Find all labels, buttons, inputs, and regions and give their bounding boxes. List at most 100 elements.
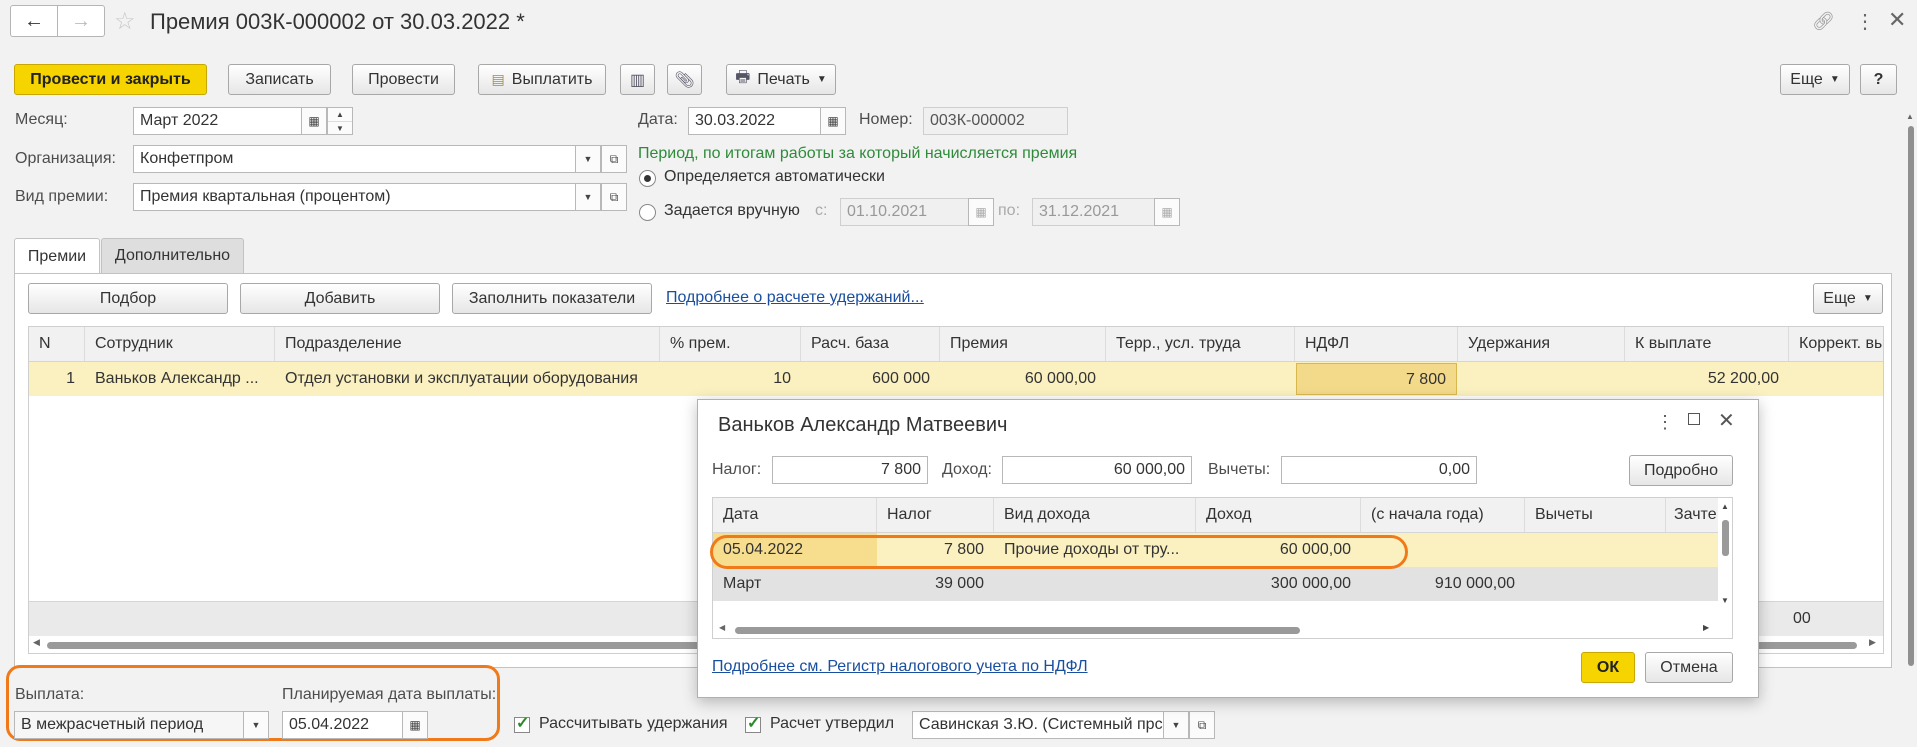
payment-dropdown-button[interactable]: ▼ [243,711,269,739]
bonus-type-open-button[interactable]: ⧉ [601,183,627,211]
popup-col-income-type[interactable]: Вид дохода [994,498,1196,532]
table-more-button[interactable]: Еще ▼ [1813,283,1883,314]
radio-auto[interactable] [639,170,656,187]
stepper-up-icon[interactable]: ▲ [328,108,352,121]
popup-tax-field[interactable]: 7 800 [772,456,928,484]
calc-approved-checkbox[interactable]: ✓ [745,715,761,733]
date-calendar-button[interactable]: ▦ [820,107,846,135]
to-calendar-button[interactable]: ▦ [1154,198,1180,226]
number-field[interactable]: 003К-000002 [923,107,1068,135]
favorite-star-icon[interactable]: ☆ [114,7,136,36]
print-button[interactable]: 🖶︎ Печать ▼ [726,64,836,95]
col-employee[interactable]: Сотрудник [85,327,275,361]
attach-button[interactable]: 📎︎ [667,64,702,95]
bonus-type-dropdown-button[interactable]: ▼ [575,183,601,211]
write-button[interactable]: Записать [228,64,331,95]
month-stepper[interactable]: ▲ ▼ [327,107,353,135]
page-scroll-thumb[interactable] [1908,126,1914,666]
calendar-button[interactable]: ▦ [301,107,327,135]
popup-income-field[interactable]: 60 000,00 [1002,456,1192,484]
cell-ndfl[interactable]: 7 800 [1296,363,1457,395]
popup-col-income[interactable]: Доход [1196,498,1361,532]
popup-deductions-field[interactable]: 0,00 [1281,456,1477,484]
open-icon: ⧉ [1197,717,1207,732]
scroll-right-icon[interactable]: ▶ [1869,637,1876,648]
col-percent[interactable]: % прем. [660,327,801,361]
ok-button[interactable]: ОК [1581,652,1635,683]
scroll-left-icon[interactable]: ◀ [33,637,40,648]
from-date-field[interactable]: 01.10.2021 [840,198,970,226]
scroll-right-icon[interactable]: ▶ [1703,623,1709,632]
organization-dropdown-button[interactable]: ▼ [575,145,601,173]
approver-field[interactable]: Савинская З.Ю. (Системный прс [912,711,1164,739]
add-button[interactable]: Добавить [240,283,440,314]
close-icon[interactable]: ✕ [1718,408,1735,433]
deductions-details-link[interactable]: Подробнее о расчете удержаний... [666,289,924,307]
col-base[interactable]: Расч. база [801,327,940,361]
fill-indicators-button[interactable]: Заполнить показатели [452,283,652,314]
col-n[interactable]: N [29,327,85,361]
to-date-field[interactable]: 31.12.2021 [1032,198,1156,226]
col-bonus[interactable]: Премия [940,327,1106,361]
date-field[interactable]: 30.03.2022 [688,107,822,135]
col-deductions[interactable]: Удержания [1458,327,1625,361]
popup-col-deductions[interactable]: Вычеты [1525,498,1666,532]
back-button[interactable]: ← [10,5,58,37]
col-ndfl[interactable]: НДФЛ [1295,327,1458,361]
more-button[interactable]: Еще ▼ [1780,64,1850,95]
calc-deductions-checkbox[interactable]: ✓ [514,715,530,733]
approver-open-button[interactable]: ⧉ [1189,711,1215,739]
cell-territory [1106,362,1295,396]
register-link[interactable]: Подробнее см. Регистр налогового учета п… [712,658,1088,676]
payment-field[interactable]: В межрасчетный период [14,711,244,739]
from-calendar-button[interactable]: ▦ [968,198,994,226]
popup-col-date[interactable]: Дата [713,498,877,532]
col-department[interactable]: Подразделение [275,327,660,361]
close-icon[interactable]: ✕ [1888,7,1906,33]
ok-label: ОК [1596,658,1620,676]
popup-horizontal-scrollbar[interactable]: ◀ ▶ [713,622,1718,638]
scroll-down-icon[interactable]: ▼ [1721,596,1729,605]
tab-additional[interactable]: Дополнительно [101,238,244,273]
scroll-left-icon[interactable]: ◀ [719,623,725,632]
popup-vertical-scrollbar[interactable]: ▲ ▼ [1718,498,1732,622]
popup-vscroll-thumb[interactable] [1722,520,1729,556]
maximize-icon[interactable] [1688,413,1700,425]
organization-field[interactable]: Конфетпром [133,145,577,173]
report-button[interactable]: ▥ [620,64,655,95]
ndfl-popup: Ваньков Александр Матвеевич ⋮ ✕ Налог: 7… [697,399,1759,698]
more-vertical-icon[interactable]: ⋮ [1855,9,1875,34]
scroll-up-icon[interactable]: ▲ [1906,112,1914,121]
scroll-up-icon[interactable]: ▲ [1721,502,1729,511]
popup-col-credited[interactable]: Зачте [1666,498,1718,532]
page-scrollbar[interactable]: ▲ [1906,112,1916,672]
popup-col-tax[interactable]: Налог [877,498,994,532]
help-button[interactable]: ? [1860,64,1897,95]
post-button[interactable]: Провести [352,64,455,95]
bonus-type-field[interactable]: Премия квартальная (процентом) [133,183,577,211]
radio-manual[interactable] [639,204,656,221]
pay-button[interactable]: ▤ Выплатить [478,64,606,95]
table-row[interactable]: 1 Ваньков Александр ... Отдел установки … [29,362,1883,396]
col-correction[interactable]: Коррект. вы [1789,327,1883,361]
calc-deductions-label: Рассчитывать удержания [539,715,728,732]
col-territory[interactable]: Терр., усл. труда [1106,327,1295,361]
month-field[interactable]: Март 2022 [133,107,303,135]
pick-button[interactable]: Подбор [28,283,228,314]
popup-hscroll-thumb[interactable] [735,627,1300,634]
popup-col-ytd[interactable]: (с начала года) [1361,498,1525,532]
post-and-close-button[interactable]: Провести и закрыть [14,64,207,95]
popup-income-label: Доход: [942,461,992,478]
link-icon[interactable]: 🔗︎ [1812,11,1835,32]
planned-date-field[interactable]: 05.04.2022 [282,711,404,739]
col-to-pay[interactable]: К выплате [1625,327,1789,361]
planned-date-calendar-button[interactable]: ▦ [402,711,428,739]
stepper-down-icon[interactable]: ▼ [328,121,352,135]
tab-bonuses[interactable]: Премии [14,238,100,274]
forward-button[interactable]: → [57,5,105,37]
more-vertical-icon[interactable]: ⋮ [1656,412,1674,433]
cancel-button[interactable]: Отмена [1645,652,1733,683]
approver-dropdown-button[interactable]: ▼ [1163,711,1189,739]
organization-open-button[interactable]: ⧉ [601,145,627,173]
popup-details-button[interactable]: Подробно [1629,455,1733,486]
